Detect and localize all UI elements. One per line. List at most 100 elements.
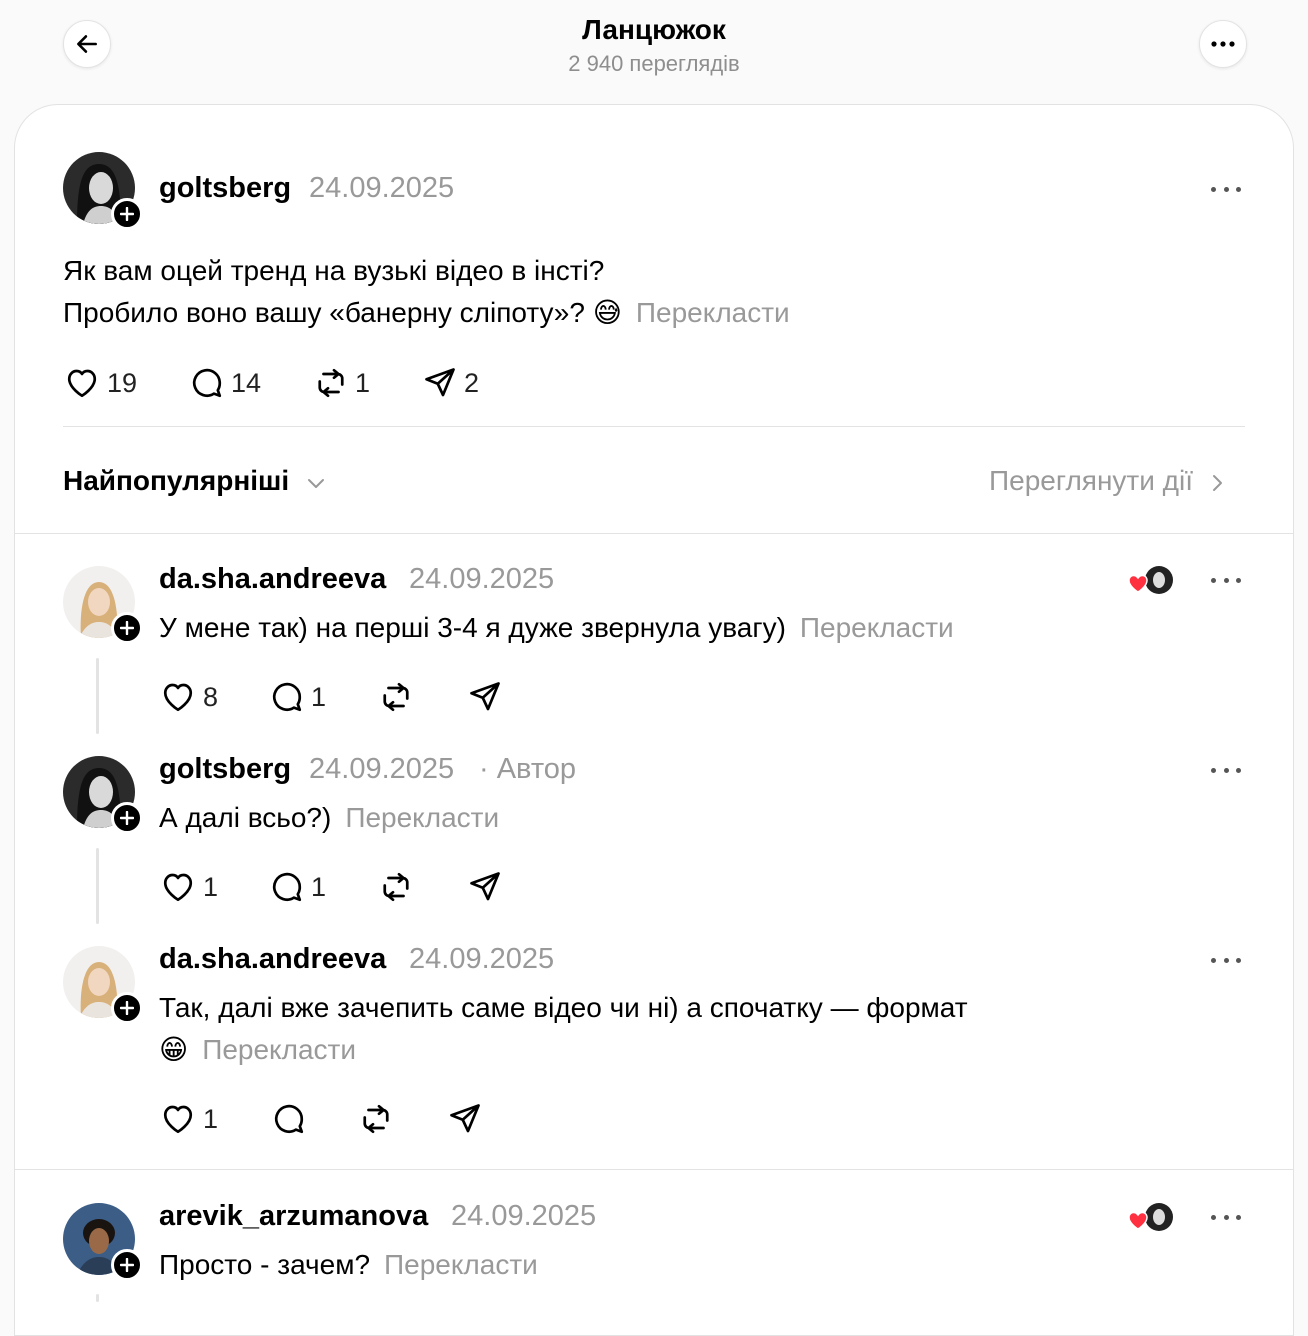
reply-text: У мене так) на перші 3-4 я дуже звернула… [159, 607, 954, 649]
view-activity-label: Переглянути дії [989, 465, 1193, 496]
reply-username[interactable]: da.sha.andreeva [159, 943, 386, 976]
comment-count: 14 [231, 367, 262, 398]
avatar[interactable] [63, 1203, 143, 1281]
repost-icon [318, 368, 344, 398]
reply-date: 24.09.2025 [309, 753, 455, 785]
reply-username[interactable]: arevik_arzumanova [159, 1200, 428, 1233]
comment-count: 1 [311, 871, 327, 902]
like-count: 19 [107, 367, 138, 398]
repost-button[interactable] [378, 867, 414, 907]
translate-link[interactable]: Перекласти [636, 297, 790, 328]
follow-button[interactable] [111, 802, 143, 834]
comment-icon [272, 682, 302, 712]
comment-button[interactable]: 14 [189, 363, 261, 403]
follow-button[interactable] [111, 612, 143, 644]
more-icon [1211, 41, 1235, 47]
avatar[interactable] [63, 152, 143, 230]
translate-link[interactable]: Перекласти [800, 612, 954, 643]
share-button[interactable] [467, 867, 503, 907]
send-icon [425, 368, 455, 397]
post-date: 24.09.2025 [309, 172, 455, 204]
heart-icon [67, 369, 97, 398]
translate-link[interactable]: Перекласти [384, 1249, 538, 1280]
thread-line [96, 848, 99, 924]
sort-dropdown[interactable]: Найпопулярніші [63, 465, 327, 497]
thread-line [96, 658, 99, 734]
follow-button[interactable] [111, 1249, 143, 1281]
comment-icon [192, 368, 222, 398]
reply-date: 24.09.2025 [409, 943, 555, 975]
repost-button[interactable] [378, 677, 414, 717]
share-count: 2 [464, 367, 480, 398]
heart-icon [163, 873, 193, 902]
follow-button[interactable] [111, 992, 143, 1024]
translate-link[interactable]: Перекласти [202, 1034, 356, 1065]
send-icon [470, 682, 500, 711]
view-activity-link[interactable]: Переглянути дії [989, 465, 1225, 497]
post-text-line-1: Як вам оцей тренд на вузькі відео в інст… [63, 255, 605, 286]
plus-icon [120, 621, 134, 635]
divider [15, 1169, 1293, 1170]
repost-icon [383, 682, 409, 712]
reply-more-icon[interactable] [1211, 955, 1241, 965]
share-button[interactable] [467, 677, 503, 717]
share-button[interactable] [447, 1099, 483, 1139]
reply-date: 24.09.2025 [451, 1200, 597, 1232]
like-count: 1 [203, 871, 219, 902]
like-count: 1 [203, 1103, 219, 1134]
heart-icon [163, 683, 193, 712]
comment-button[interactable] [271, 1099, 307, 1139]
divider [15, 533, 1293, 534]
reply-username[interactable]: da.sha.andreeva [159, 563, 386, 596]
thread-line [96, 1294, 99, 1302]
like-button[interactable]: 1 [159, 1099, 218, 1139]
repost-icon [383, 872, 409, 902]
repost-button[interactable]: 1 [313, 363, 370, 403]
repost-icon [363, 1104, 389, 1134]
top-bar: Ланцюжок 2 940 переглядів [0, 0, 1308, 104]
chevron-down-icon [307, 478, 324, 488]
post-text-line-2-content: Пробило воно вашу «банерну сліпоту»? 😅 [63, 297, 622, 328]
repost-button[interactable] [358, 1099, 394, 1139]
reply-more-icon[interactable] [1211, 765, 1241, 775]
reply-more-icon[interactable] [1211, 575, 1241, 585]
plus-icon [120, 1258, 134, 1272]
share-button[interactable]: 2 [422, 363, 479, 403]
reply-username[interactable]: goltsberg [159, 753, 291, 786]
author-liked-indicator [1128, 565, 1174, 595]
comment-button[interactable]: 1 [269, 677, 326, 717]
reply-text-content: Просто - зачем? [159, 1249, 371, 1280]
reply-text: А далі всьо?) Перекласти [159, 797, 499, 839]
reply-date: 24.09.2025 [409, 563, 555, 595]
like-button[interactable]: 1 [159, 867, 218, 907]
repost-count: 1 [355, 367, 371, 398]
send-icon [450, 1104, 480, 1133]
like-count: 8 [203, 681, 219, 712]
view-count: 2 940 переглядів [568, 51, 740, 76]
comment-icon [272, 872, 302, 902]
like-button[interactable]: 19 [63, 363, 137, 403]
reply-text-content: У мене так) на перші 3-4 я дуже звернула… [159, 612, 786, 643]
author-badge: · Автор [479, 753, 577, 785]
post-text-line-2: Пробило воно вашу «банерну сліпоту»? 😅 Пе… [63, 292, 790, 334]
divider [63, 426, 1245, 427]
heart-icon [163, 1105, 193, 1134]
author-liked-indicator [1128, 1202, 1174, 1232]
reply-text-content: А далі всьо?) [159, 802, 332, 833]
reply-text-emoji: 😁 [159, 1034, 189, 1065]
translate-link[interactable]: Перекласти [345, 802, 499, 833]
plus-icon [120, 811, 134, 825]
avatar[interactable] [63, 946, 143, 1024]
comment-count: 1 [311, 681, 327, 712]
avatar[interactable] [63, 566, 143, 644]
reply-text: Так, далі вже зачепить саме відео чи ні)… [159, 992, 968, 1023]
avatar[interactable] [63, 756, 143, 834]
follow-button[interactable] [111, 198, 143, 230]
page-title: Ланцюжок [582, 14, 726, 45]
like-button[interactable]: 8 [159, 677, 218, 717]
post-more-icon[interactable] [1211, 184, 1241, 194]
reply-more-icon[interactable] [1211, 1212, 1241, 1222]
post-username[interactable]: goltsberg [159, 172, 291, 205]
more-options-button[interactable] [1199, 20, 1247, 68]
comment-button[interactable]: 1 [269, 867, 326, 907]
